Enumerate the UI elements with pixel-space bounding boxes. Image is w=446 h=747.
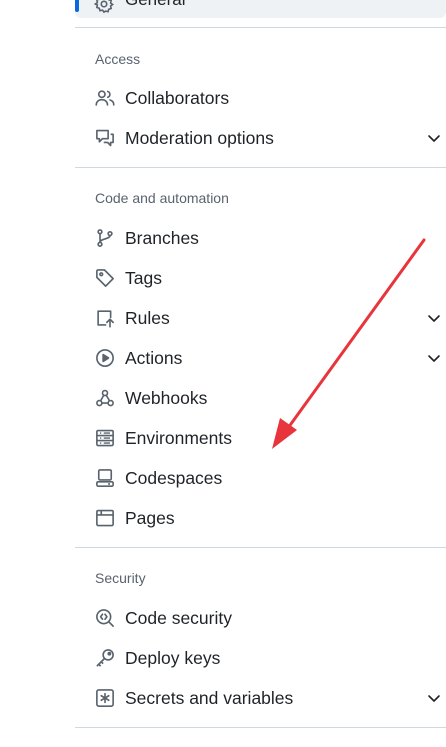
sidebar-item-deploy-keys[interactable]: Deploy keys	[75, 640, 446, 676]
active-indicator	[75, 0, 79, 12]
section-title-security: Security	[95, 570, 146, 586]
sidebar-item-rules[interactable]: Rules	[75, 300, 446, 336]
gear-icon	[94, 0, 114, 14]
sidebar-item-label: Collaborators	[125, 87, 230, 108]
sidebar-item-moderation-options[interactable]: Moderation options	[75, 120, 446, 156]
sidebar-item-label: Environments	[125, 427, 232, 448]
asterisk-icon	[94, 687, 116, 709]
codescan-icon	[94, 607, 116, 629]
sidebar-item-label: Codespaces	[125, 467, 223, 488]
chevron-down-icon[interactable]	[426, 690, 442, 706]
sidebar-item-general[interactable]: General	[75, 0, 446, 18]
sidebar-item-actions[interactable]: Actions	[75, 340, 446, 376]
codespaces-icon	[94, 467, 116, 489]
sidebar-item-label: Webhooks	[125, 387, 208, 408]
sidebar-item-label: Secrets and variables	[125, 687, 294, 708]
divider	[75, 547, 446, 548]
sidebar-item-collaborators[interactable]: Collaborators	[75, 80, 446, 116]
comment-discussion-icon	[94, 127, 116, 149]
tag-icon	[94, 267, 116, 289]
sidebar-item-label: Code security	[125, 607, 232, 628]
sidebar-item-label: Pages	[125, 507, 175, 528]
repo-push-icon	[94, 307, 116, 329]
sidebar-item-webhooks[interactable]: Webhooks	[75, 380, 446, 416]
git-branch-icon	[94, 227, 116, 249]
chevron-down-icon[interactable]	[426, 350, 442, 366]
webhook-icon	[94, 387, 116, 409]
sidebar-item-label: Actions	[125, 347, 183, 368]
settings-sidebar-nav: General Access Collaborators	[75, 0, 446, 747]
sidebar-item-label: Tags	[125, 267, 162, 288]
divider	[75, 167, 446, 168]
section-title-code-automation: Code and automation	[95, 190, 229, 206]
play-icon	[94, 347, 116, 369]
divider	[75, 727, 446, 728]
chevron-down-icon[interactable]	[426, 130, 442, 146]
chevron-down-icon[interactable]	[426, 310, 442, 326]
sidebar-item-secrets-and-variables[interactable]: Secrets and variables	[75, 680, 446, 716]
divider	[75, 27, 446, 28]
sidebar-item-label: Rules	[125, 307, 170, 328]
sidebar-item-environments[interactable]: Environments	[75, 420, 446, 456]
sidebar-item-pages[interactable]: Pages	[75, 500, 446, 536]
sidebar-item-code-security[interactable]: Code security	[75, 600, 446, 636]
sidebar-item-label: Branches	[125, 227, 199, 248]
sidebar-item-tags[interactable]: Tags	[75, 260, 446, 296]
key-icon	[94, 647, 116, 669]
section-title-access: Access	[95, 51, 141, 67]
sidebar-item-branches[interactable]: Branches	[75, 220, 446, 256]
sidebar-item-label: Moderation options	[125, 127, 274, 148]
sidebar-item-label: Deploy keys	[125, 647, 221, 668]
sidebar-item-label: General	[125, 0, 185, 10]
people-icon	[94, 87, 116, 109]
server-icon	[94, 427, 116, 449]
settings-page: General Access Collaborators	[0, 0, 446, 747]
browser-icon	[94, 507, 116, 529]
sidebar-item-codespaces[interactable]: Codespaces	[75, 460, 446, 496]
